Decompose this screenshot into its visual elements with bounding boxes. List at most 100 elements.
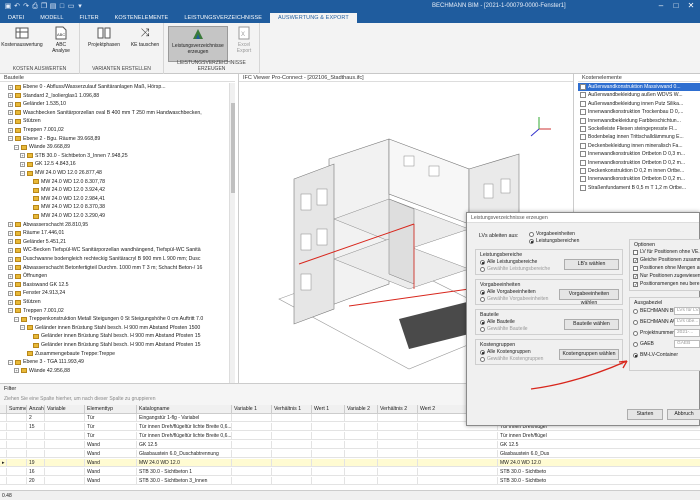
expand-icon[interactable]: + <box>8 110 13 116</box>
table-cell[interactable] <box>272 468 312 476</box>
table-cell[interactable] <box>0 477 7 485</box>
tab-auswertung-export[interactable]: AUSWERTUNG & EXPORT <box>270 13 357 23</box>
kostenelement-item[interactable]: Deckenbekleidung innen mineralisch Fa... <box>578 142 700 150</box>
group-hint[interactable]: Ziehen Sie eine Spalte hierher, um nach … <box>4 396 155 402</box>
table-cell[interactable] <box>232 423 272 431</box>
kostenelement-item[interactable]: Bodenbelag innen Trittschalldämmung E... <box>578 133 700 141</box>
collapse-icon[interactable]: − <box>14 144 19 150</box>
paste-icon[interactable]: ▤ <box>49 3 57 11</box>
expand-icon[interactable]: + <box>20 153 25 159</box>
tree-item[interactable]: − Wände 39.668,89 <box>14 143 70 151</box>
table-cell[interactable] <box>378 468 418 476</box>
radio-vorgabeeinheiten[interactable]: Vorgabeeinheiten <box>529 231 575 238</box>
collapse-icon[interactable]: − <box>8 308 13 314</box>
tab-filter[interactable]: FILTER <box>72 13 107 23</box>
table-cell[interactable] <box>7 423 27 431</box>
expand-icon[interactable]: + <box>8 247 13 253</box>
radio-alle-bauteile[interactable]: Alle Bauteile <box>480 319 515 326</box>
table-cell[interactable]: Wand <box>85 477 137 485</box>
column-header[interactable]: Elementtyp <box>85 405 137 414</box>
collapse-icon[interactable]: − <box>14 316 19 322</box>
abc-analyse-button[interactable]: ABC ABC Analyse <box>48 26 74 54</box>
table-cell[interactable] <box>312 423 345 431</box>
expand-icon[interactable]: + <box>8 290 13 296</box>
tree-item[interactable]: MW 24.0 WD 12.0 8.370,38 <box>26 203 105 211</box>
tree-item[interactable]: MW 24.0 WD 12.0 3.924,42 <box>26 186 105 194</box>
tree-item[interactable]: − Geländer innen Brüstung Stahl besch. H … <box>20 324 200 332</box>
table-cell[interactable]: Tür <box>85 414 137 422</box>
table-cell[interactable]: GK 12.5 <box>498 441 700 449</box>
tab-kostenelemente[interactable]: KOSTENELEMENTE <box>107 13 177 23</box>
table-cell[interactable] <box>45 432 85 440</box>
ausgabeziel-option[interactable]: GAEB <box>633 341 654 348</box>
collapse-icon[interactable]: − <box>8 136 13 142</box>
tree-item[interactable]: + Wände 42.956,88 <box>14 367 70 375</box>
tree-item[interactable]: + Abwasserschacht 28.810,95 <box>8 221 88 229</box>
expand-icon[interactable]: + <box>8 222 13 228</box>
tree-item[interactable]: − Treppenkonstruktion Metall Steigungen 0… <box>14 315 203 323</box>
table-cell[interactable] <box>272 423 312 431</box>
column-header[interactable]: Anzahl <box>27 405 45 414</box>
radio-leistungsbereichen[interactable]: Leistungsbereichen <box>529 238 579 245</box>
save-icon[interactable]: ▣ <box>4 3 12 11</box>
kostenelement-item[interactable]: Innenwandkonstruktion Ortbeton D 0,2 m..… <box>578 175 700 183</box>
expand-icon[interactable]: + <box>8 127 13 133</box>
expand-icon[interactable]: + <box>8 282 13 288</box>
table-cell[interactable] <box>312 441 345 449</box>
table-cell[interactable] <box>345 459 378 467</box>
tree-item[interactable]: − MW 24.0 WD 12.0 26.877,48 <box>20 169 102 177</box>
table-cell[interactable] <box>272 450 312 458</box>
kostenelement-item[interactable]: Innenwandkonstruktion Trockenbau D 0,... <box>578 108 700 116</box>
kostenelement-item[interactable]: Außenwandbekleidung außen WDVS W... <box>578 91 700 99</box>
dropdown-icon[interactable]: ▾ <box>76 3 84 11</box>
table-cell[interactable] <box>7 477 27 485</box>
table-cell[interactable]: Tür innen Dreh/flügeltür lichte Breite 0… <box>137 423 232 431</box>
table-cell[interactable]: STB 30.0 - Sichtbeto <box>498 468 700 476</box>
table-cell[interactable] <box>7 414 27 422</box>
open-icon[interactable]: ▭ <box>67 3 75 11</box>
table-cell[interactable] <box>312 477 345 485</box>
table-cell[interactable]: 20 <box>27 477 45 485</box>
table-cell[interactable] <box>272 414 312 422</box>
table-cell[interactable] <box>0 414 7 422</box>
table-cell[interactable] <box>378 459 418 467</box>
bauteile-waehlen-button[interactable]: Bauteile wählen <box>564 319 619 330</box>
ausgabeziel-field[interactable]: GAEB <box>674 340 700 348</box>
tree-item[interactable]: − Ebene 3 - TGA 111.993,49 <box>8 358 84 366</box>
column-header[interactable]: Wert 1 <box>312 405 345 414</box>
table-cell[interactable] <box>27 441 45 449</box>
ausgabeziel-option[interactable]: Projektnummer <box>633 330 674 337</box>
excel-export-button[interactable]: X Excel Export <box>232 26 256 54</box>
column-header[interactable]: Katalogname <box>137 405 232 414</box>
table-cell[interactable] <box>27 432 45 440</box>
table-cell[interactable] <box>418 441 498 449</box>
tree-item[interactable]: + Basiswand GK 12.5 <box>8 281 69 289</box>
kostenelement-item[interactable]: Außenwandkonstruktion Massivwand 0... <box>578 83 700 91</box>
radio-alle-kg[interactable]: Alle Kostengruppen <box>480 349 531 356</box>
kostenelement-item[interactable]: Innenwandkonstruktion Ortbeton D 0,3 m..… <box>578 150 700 158</box>
table-cell[interactable] <box>7 450 27 458</box>
table-cell[interactable] <box>378 450 418 458</box>
table-cell[interactable]: 2 <box>27 414 45 422</box>
column-header[interactable]: Variable 1 <box>232 405 272 414</box>
table-cell[interactable] <box>27 450 45 458</box>
tree-item[interactable]: + Abwasserschacht Betonfertigteil Durchm.… <box>8 264 202 272</box>
table-cell[interactable]: STB 30.0 - Sichtbeton 3_Innen <box>137 477 232 485</box>
table-cell[interactable] <box>45 459 85 467</box>
expand-icon[interactable]: + <box>14 368 19 374</box>
tree-item[interactable]: + Stützen <box>8 298 41 306</box>
table-cell[interactable] <box>345 441 378 449</box>
starten-button[interactable]: Starten <box>627 409 663 420</box>
table-cell[interactable] <box>232 477 272 485</box>
table-cell[interactable] <box>345 423 378 431</box>
table-cell[interactable]: 16 <box>27 468 45 476</box>
tree-item[interactable]: − Treppen 7.001,02 <box>8 307 64 315</box>
table-cell[interactable] <box>378 423 418 431</box>
ausgabeziel-option[interactable]: BM-LV-Container <box>633 352 678 359</box>
table-cell[interactable] <box>418 477 498 485</box>
ausgabeziel-field[interactable]: LVs übe... <box>674 318 700 326</box>
ausgabeziel-option[interactable]: BECHMANN BIM <box>633 308 679 315</box>
expand-icon[interactable]: + <box>8 93 13 99</box>
option-checkbox[interactable]: ✓ Positionsmengen neu bere... <box>633 281 700 288</box>
table-cell[interactable] <box>378 414 418 422</box>
